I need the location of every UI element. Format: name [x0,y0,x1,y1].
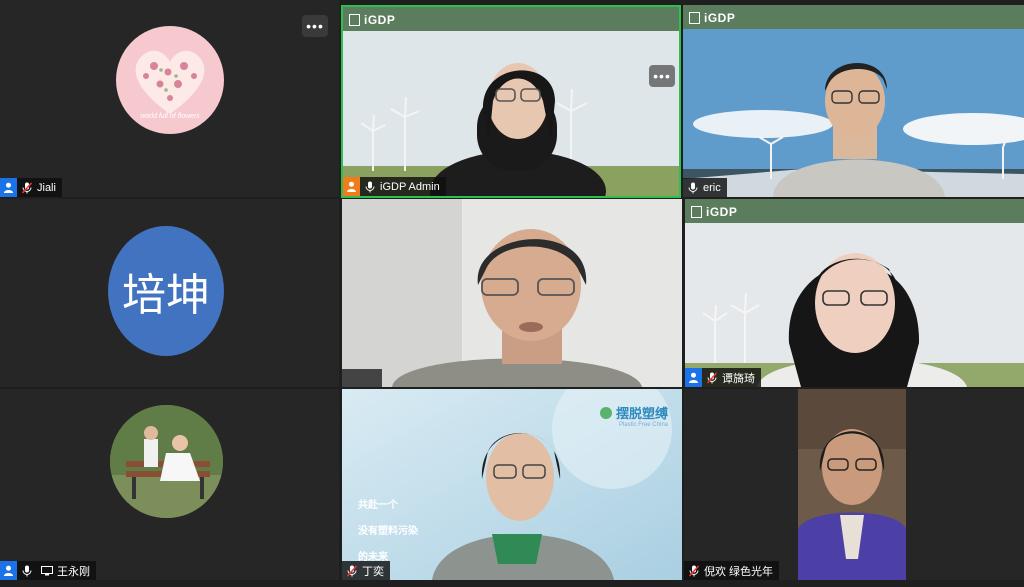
participant-name: eric [703,181,721,194]
slogan: 共赴一个 没有塑料污染 的未来 [358,493,418,571]
mic-muted-icon [687,561,701,580]
host-icon [343,177,360,196]
video-tile-ding[interactable]: 摆脱塑缚 Plastic Free China 共赴一个 没有塑料污染 的未来 … [342,389,682,580]
participant-nametag: 丁奕 [342,561,390,580]
host-icon [0,561,17,580]
participant-video [798,389,906,580]
mic-icon [20,561,34,580]
avatar-initials: 培坤 [122,270,210,321]
video-tile-ni[interactable]: 倪欢 绿色光年 [684,389,1024,580]
participant-name: 丁奕 [362,565,384,578]
more-options-button[interactable]: ••• [302,15,328,37]
video-tile-wang[interactable]: 王永刚 [0,389,339,580]
mic-icon [686,178,700,197]
igdp-logo: iGDP [689,11,735,25]
brand-logo: 摆脱塑缚 Plastic Free China [599,403,668,428]
igdp-logo: iGDP [349,13,395,27]
brand-title: 摆脱塑缚 [615,406,668,421]
igdp-logo: iGDP [691,205,737,219]
sky-background [683,29,1024,197]
participant-nametag: 倪欢 绿色光年 [684,561,780,580]
host-icon [685,368,702,387]
avatar [110,405,223,518]
participant-nametag: iGDP Admin [343,177,446,196]
mic-muted-icon [20,178,34,197]
video-tile-tan[interactable]: iGDP 谭旖琦 [685,199,1024,387]
wind-turbines-background [685,223,1024,387]
participant-name: 王永刚 [57,565,90,578]
mic-icon [363,177,377,196]
brand-subtitle: Plastic Free China [618,422,668,428]
participant-nametag: eric [683,178,727,197]
video-tile-jiali[interactable]: world full of flowers ••• Jiali [0,0,339,197]
video-tile-peikun[interactable]: 培坤 [0,199,339,387]
avatar: world full of flowers [116,26,224,134]
mic-muted-icon [345,561,359,580]
participant-name: 谭旖琦 [722,372,755,385]
participant-nametag: 王永刚 [0,561,96,580]
video-tile-speaker[interactable] [342,199,682,387]
participant-name: 倪欢 绿色光年 [704,565,774,578]
host-icon [0,178,17,197]
avatar: 培坤 [108,226,224,356]
video-tile-eric[interactable]: iGDP eric [683,5,1024,197]
participant-name: Jiali [37,181,56,194]
screen-share-icon [40,561,54,580]
speaker-video [342,199,682,387]
participant-nametag: Jiali [0,178,62,197]
leaf-icon [599,406,612,419]
wind-turbines-background [343,31,679,196]
video-tile-igdp-admin[interactable]: iGDP ••• iGDP Admin [341,5,681,198]
avatar-text: world full of flowers [140,113,200,120]
slogan-line: 共赴一个 [358,500,398,511]
more-options-button[interactable]: ••• [649,65,675,87]
slogan-line: 没有塑料污染 [358,526,418,537]
participant-name: iGDP Admin [380,180,440,193]
participant-nametag: 谭旖琦 [685,368,761,387]
mic-muted-icon [705,368,719,387]
